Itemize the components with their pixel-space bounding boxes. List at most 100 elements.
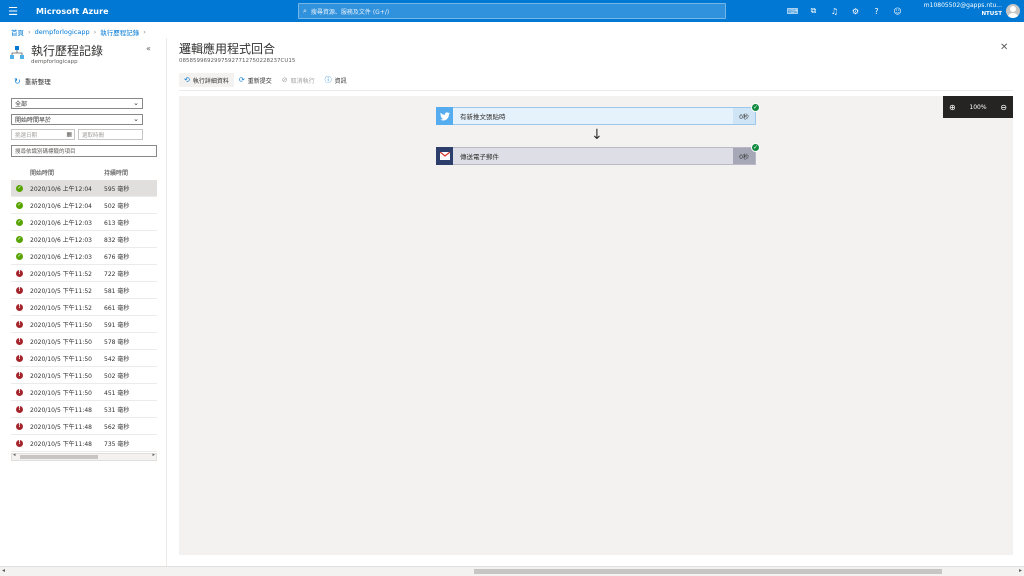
run-row[interactable]: ! 2020/10/5 下午11:52 581 毫秒 <box>11 282 157 299</box>
resubmit-button[interactable]: ⟳ 重新提交 <box>234 73 277 87</box>
run-start-time: 2020/10/5 下午11:52 <box>30 287 92 295</box>
cancel-run-button[interactable]: ⊘ 取消執行 <box>277 73 320 87</box>
top-bar-icons: ⌨ ⧉ ♫ ⚙ ? ☺ <box>782 0 908 22</box>
run-row[interactable]: ! 2020/10/5 下午11:48 735 毫秒 <box>11 435 157 452</box>
global-search-input[interactable]: ⌕ 搜尋資源、服務及文件 (G+/) <box>298 3 726 19</box>
account-tenant: NTUST <box>981 11 1002 17</box>
column-header-duration[interactable]: 持續時間 <box>104 168 128 177</box>
scroll-left-icon[interactable]: ◂ <box>2 567 5 574</box>
run-list-scrollbar[interactable]: ◂ ▸ <box>11 452 157 461</box>
run-row[interactable]: ✓ 2020/10/6 上午12:04 502 毫秒 <box>11 197 157 214</box>
feedback-icon[interactable]: ☺ <box>887 7 908 16</box>
breadcrumb-logicapp[interactable]: dempforlogicapp <box>35 28 90 36</box>
breadcrumb-home[interactable]: 首頁 <box>11 27 24 37</box>
scrollbar-thumb[interactable] <box>20 455 98 459</box>
run-search-placeholder: 搜尋依識別碼標籤的項目 <box>15 149 76 155</box>
failed-icon: ! <box>16 286 23 294</box>
breadcrumb-run-history[interactable]: 執行歷程記錄 <box>100 27 139 37</box>
run-duration: 676 毫秒 <box>104 253 130 261</box>
run-row[interactable]: ! 2020/10/5 下午11:50 502 毫秒 <box>11 367 157 384</box>
avatar[interactable] <box>1006 4 1020 18</box>
step-label: 傳送電子郵件 <box>460 153 499 161</box>
zoom-in-icon[interactable]: ⊕ <box>949 103 956 112</box>
account-email: m10805502@gapps.ntu... <box>923 2 1002 9</box>
run-duration: 595 毫秒 <box>104 185 130 193</box>
status-filter-value: 全部 <box>15 101 28 108</box>
run-row[interactable]: ! 2020/10/5 下午11:50 578 毫秒 <box>11 333 157 350</box>
column-header-start[interactable]: 開始時間 <box>30 168 54 177</box>
info-icon: ⓘ <box>324 76 332 84</box>
zoom-control: ⊕ 100% ⊖ <box>943 96 1013 118</box>
run-start-time: 2020/10/6 上午12:04 <box>30 185 92 193</box>
step-twitter-trigger[interactable]: 有新推文張貼時 0秒 ✓ <box>436 103 760 125</box>
run-row[interactable]: ! 2020/10/5 下午11:50 451 毫秒 <box>11 384 157 401</box>
account-info[interactable]: m10805502@gapps.ntu... NTUST <box>918 2 1002 18</box>
run-row[interactable]: ✓ 2020/10/6 上午12:03 832 毫秒 <box>11 231 157 248</box>
step-label: 有新推文張貼時 <box>460 113 506 121</box>
run-search-input[interactable]: 搜尋依識別碼標籤的項目 <box>11 145 157 157</box>
calendar-icon[interactable]: ▦ <box>66 131 72 138</box>
run-duration: 613 毫秒 <box>104 219 130 227</box>
run-row[interactable]: ✓ 2020/10/6 上午12:04 595 毫秒 <box>11 180 157 197</box>
run-row[interactable]: ! 2020/10/5 下午11:50 591 毫秒 <box>11 316 157 333</box>
run-row[interactable]: ✓ 2020/10/6 上午12:03 613 毫秒 <box>11 214 157 231</box>
time-picker-field[interactable]: 選取時間 <box>78 129 143 140</box>
close-icon[interactable]: ✕ <box>1000 42 1008 53</box>
run-id: 08585996929975927712750228237CU15 <box>179 58 296 64</box>
run-row[interactable]: ! 2020/10/5 下午11:52 722 毫秒 <box>11 265 157 282</box>
refresh-icon: ↻ <box>14 76 21 86</box>
refresh-label: 重新整理 <box>24 78 51 86</box>
run-row[interactable]: ! 2020/10/5 下午11:50 542 毫秒 <box>11 350 157 367</box>
run-start-time: 2020/10/6 上午12:04 <box>30 202 92 210</box>
run-row[interactable]: ! 2020/10/5 下午11:48 531 毫秒 <box>11 401 157 418</box>
zoom-out-icon[interactable]: ⊖ <box>1000 103 1007 112</box>
failed-icon: ! <box>16 320 23 328</box>
run-start-time: 2020/10/5 下午11:50 <box>30 372 92 380</box>
run-start-time: 2020/10/6 上午12:03 <box>30 253 92 261</box>
run-duration: 451 毫秒 <box>104 389 130 397</box>
scrollbar-thumb[interactable] <box>474 569 942 574</box>
success-check-icon: ✓ <box>751 143 760 152</box>
run-duration: 578 毫秒 <box>104 338 130 346</box>
help-icon[interactable]: ? <box>866 7 887 16</box>
info-button[interactable]: ⓘ 資訊 <box>320 73 352 87</box>
failed-icon: ! <box>16 388 23 396</box>
twitter-icon <box>436 107 453 125</box>
run-row[interactable]: ! 2020/10/5 下午11:52 661 毫秒 <box>11 299 157 316</box>
scroll-left-icon[interactable]: ◂ <box>13 452 16 458</box>
run-details-label: 執行詳細資料 <box>192 77 229 85</box>
step-send-email[interactable]: 傳送電子郵件 0秒 ✓ <box>436 143 760 165</box>
run-start-time: 2020/10/6 上午12:03 <box>30 236 92 244</box>
top-bar: ☰ Microsoft Azure ⌕ 搜尋資源、服務及文件 (G+/) ⌨ ⧉… <box>0 0 1024 22</box>
notifications-icon[interactable]: ♫ <box>824 7 845 16</box>
run-duration: 502 毫秒 <box>104 202 130 210</box>
run-duration: 581 毫秒 <box>104 287 130 295</box>
scroll-right-icon[interactable]: ▸ <box>152 452 155 458</box>
directory-filter-icon[interactable]: ⧉ <box>803 6 824 16</box>
run-row[interactable]: ! 2020/10/5 下午11:48 562 毫秒 <box>11 418 157 435</box>
refresh-button[interactable]: ↻ 重新整理 <box>14 76 51 87</box>
breadcrumb-separator-icon: › <box>28 28 31 36</box>
failed-icon: ! <box>16 354 23 362</box>
run-duration: 502 毫秒 <box>104 372 130 380</box>
date-picker-field[interactable]: 挑選日期 ▦ <box>11 129 75 140</box>
run-details-button[interactable]: ⟲ 執行詳細資料 <box>179 73 234 87</box>
run-row[interactable]: ✓ 2020/10/6 上午12:03 676 毫秒 <box>11 248 157 265</box>
pane-title: 執行歷程記錄 <box>31 44 104 58</box>
run-start-time: 2020/10/5 下午11:50 <box>30 389 92 397</box>
breadcrumb-separator-icon: › <box>143 28 146 36</box>
menu-icon[interactable]: ☰ <box>0 0 26 22</box>
status-filter-select[interactable]: 全部 ⌄ <box>11 98 143 109</box>
time-filter-select[interactable]: 開始時間早於 ⌄ <box>11 114 143 125</box>
brand-title[interactable]: Microsoft Azure <box>36 7 109 16</box>
cloud-shell-icon[interactable]: ⌨ <box>782 7 803 16</box>
run-start-time: 2020/10/5 下午11:50 <box>30 321 92 329</box>
resubmit-label: 重新提交 <box>247 77 272 85</box>
settings-icon[interactable]: ⚙ <box>845 7 866 16</box>
page-horizontal-scrollbar[interactable]: ◂ ▸ <box>0 566 1024 576</box>
run-duration: 591 毫秒 <box>104 321 130 329</box>
collapse-icon[interactable]: « <box>146 44 151 53</box>
scroll-right-icon[interactable]: ▸ <box>1019 567 1022 574</box>
zoom-level: 100% <box>969 103 987 111</box>
run-duration: 562 毫秒 <box>104 423 130 431</box>
